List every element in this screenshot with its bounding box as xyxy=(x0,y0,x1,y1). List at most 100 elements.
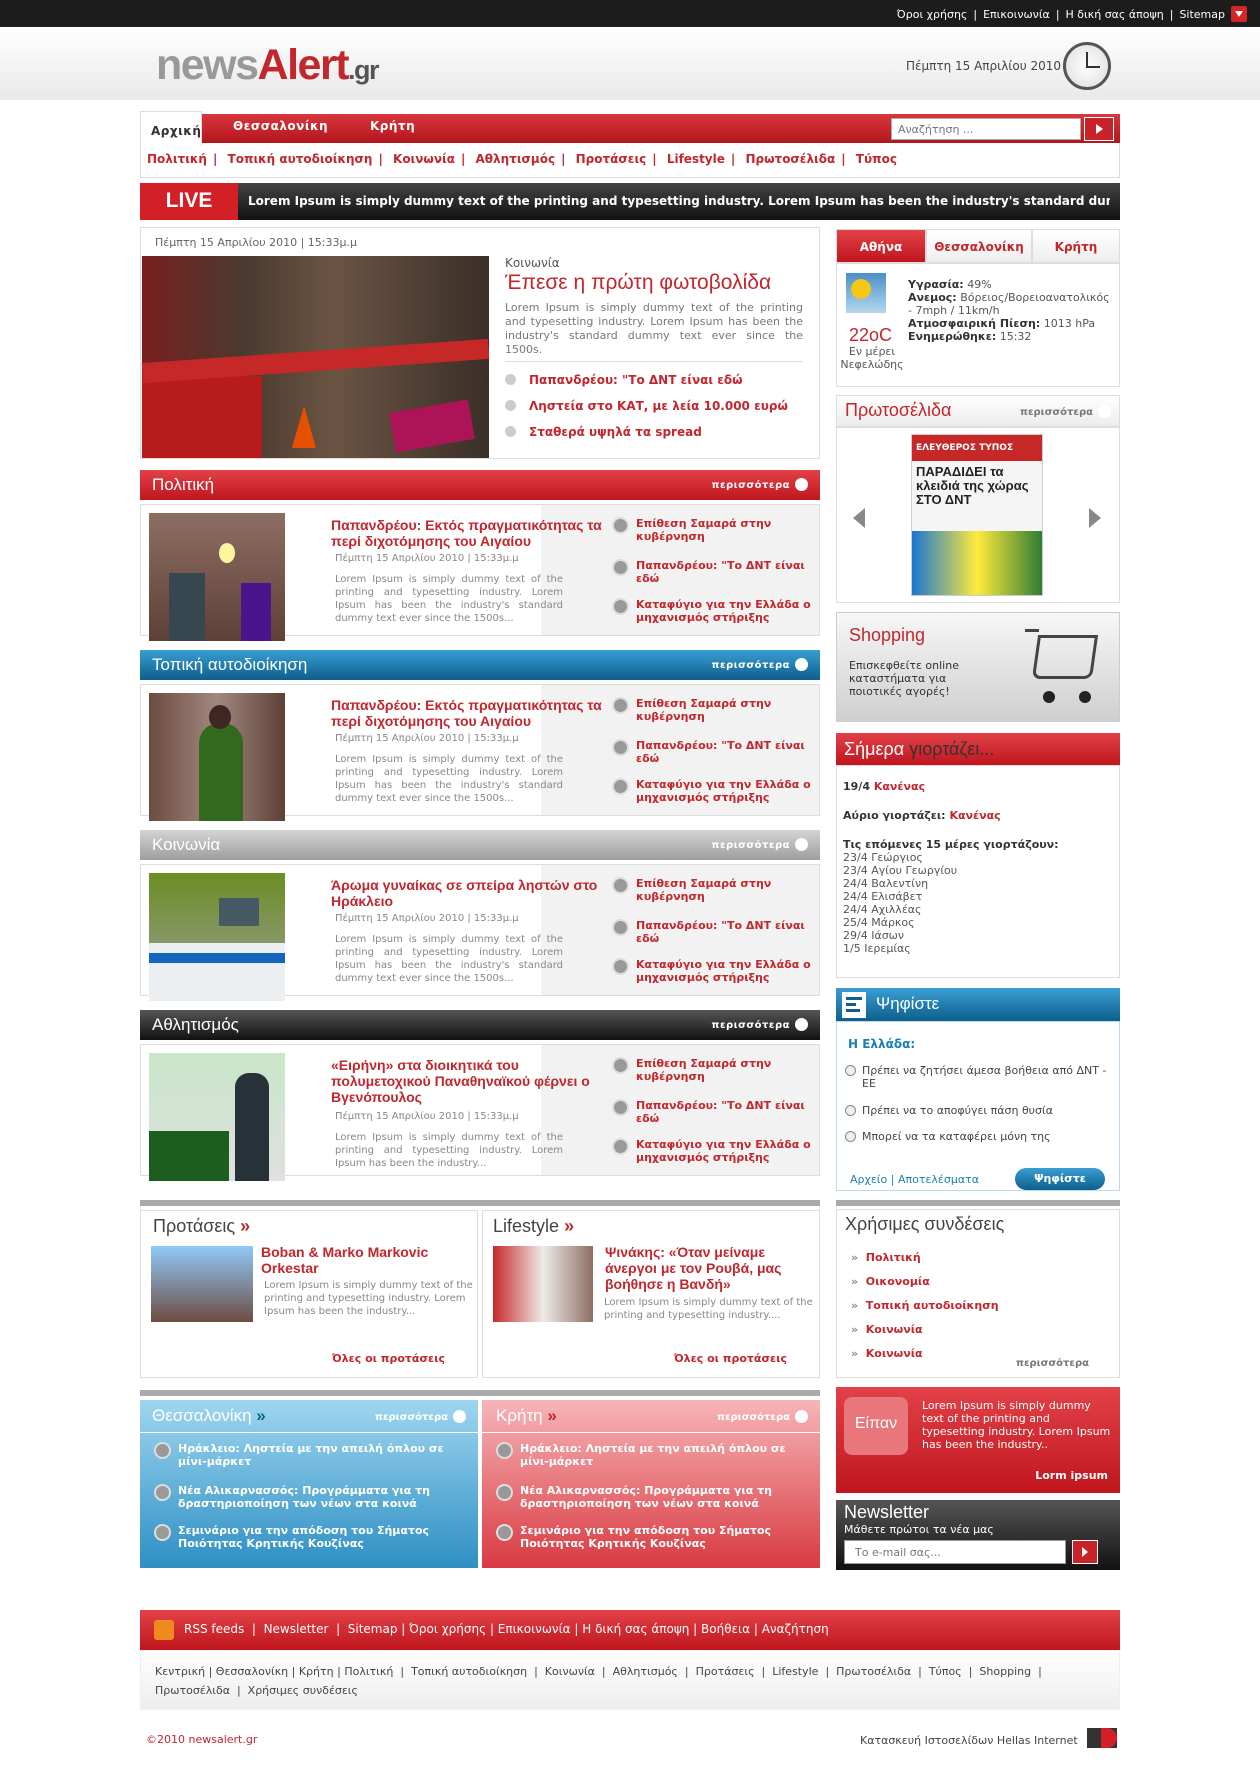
side-link[interactable]: Παπανδρέου: "Το ΔΝΤ είναι εδώ xyxy=(608,1099,818,1125)
footer-link[interactable]: Βοήθεια xyxy=(701,1622,750,1636)
footer-link[interactable]: Αθλητισμός xyxy=(613,1665,678,1678)
footer-link[interactable]: Πρωτοσέλιδα xyxy=(836,1665,911,1678)
regional-title[interactable]: Θεσσαλονίκη » xyxy=(152,1406,266,1426)
footer-link[interactable]: Χρήσιμες συνδέσεις xyxy=(248,1684,358,1697)
proposals-title[interactable]: Προτάσεις » xyxy=(153,1216,250,1237)
article-title[interactable]: Παπανδρέου: Εκτός πραγματικότητας τα περ… xyxy=(331,517,606,549)
subnav-lifestyle[interactable]: Lifestyle xyxy=(667,152,725,166)
subnav-society[interactable]: Κοινωνία xyxy=(393,152,455,166)
regional-item[interactable]: Ηράκλειο: Ληστεία με την απειλή όπλου σε… xyxy=(150,1442,470,1468)
rss-icon[interactable] xyxy=(154,1620,174,1640)
more-link[interactable]: περισσότερα xyxy=(717,1410,808,1423)
frontpage-thumbnail[interactable]: ΕΛΕΥΘΕΡΟΣ ΤΥΠΟΣ ΠΑΡΑΔΙΔΕΙ τα κλειδιά της… xyxy=(911,434,1043,596)
subnav-politics[interactable]: Πολιτική xyxy=(147,152,207,166)
article-thumbnail[interactable] xyxy=(149,873,285,1001)
footer-link[interactable]: Τύπος xyxy=(929,1665,962,1678)
poll-archive-link[interactable]: Αρχείο xyxy=(850,1173,887,1186)
credit-link[interactable]: Κατασκευή Ιστοσελίδων Hellas Internet xyxy=(860,1734,1078,1747)
download-icon[interactable] xyxy=(1231,6,1247,22)
lifestyle-title[interactable]: Lifestyle » xyxy=(493,1216,574,1237)
article-thumbnail[interactable] xyxy=(149,1053,285,1181)
side-link[interactable]: Παπανδρέου: "Το ΔΝΤ είναι εδώ xyxy=(608,919,818,945)
regional-item[interactable]: Ηράκλειο: Ληστεία με την απειλή όπλου σε… xyxy=(492,1442,812,1468)
top-link-terms[interactable]: Όροι χρήσης xyxy=(897,8,968,21)
more-link[interactable]: περισσότερα xyxy=(1016,1356,1107,1369)
side-link[interactable]: Επίθεση Σαμαρά στην κυβέρνηση xyxy=(608,697,818,723)
footer-link[interactable]: Προτάσεις xyxy=(696,1665,755,1678)
side-link[interactable]: Καταφύγιο για την Ελλάδα ο μηχανισμός στ… xyxy=(608,598,818,624)
lifestyle-thumbnail[interactable] xyxy=(493,1246,593,1322)
more-link[interactable]: περισσότερα xyxy=(712,838,808,851)
featured-title[interactable]: Έπεσε η πρώτη φωτοβολίδα xyxy=(505,271,771,295)
footer-link[interactable]: Sitemap xyxy=(348,1622,398,1636)
subnav-frontpages[interactable]: Πρωτοσέλιδα xyxy=(745,152,835,166)
tab-thessaloniki[interactable]: Θεσσαλονίκη xyxy=(233,119,328,133)
shopping-banner[interactable]: Shopping Επισκεφθείτε online καταστήματα… xyxy=(836,612,1120,722)
search-button[interactable] xyxy=(1084,117,1114,141)
side-link[interactable]: Επίθεση Σαμαρά στην κυβέρνηση xyxy=(608,517,818,543)
next-arrow-icon[interactable] xyxy=(1089,508,1101,528)
weather-tab-thessaloniki[interactable]: Θεσσαλονίκη xyxy=(926,229,1032,263)
side-link[interactable]: Καταφύγιο για την Ελλάδα ο μηχανισμός στ… xyxy=(608,958,818,984)
top-link-opinion[interactable]: Η δική σας άποψη xyxy=(1066,8,1164,21)
live-text[interactable]: Lorem Ipsum is simply dummy text of the … xyxy=(248,194,1110,208)
more-link[interactable]: περισσότερα xyxy=(375,1410,466,1423)
footer-link[interactable]: Όροι χρήσης xyxy=(409,1622,486,1636)
footer-link[interactable]: Newsletter xyxy=(264,1622,329,1636)
more-link[interactable]: περισσότερα xyxy=(712,658,808,671)
article-title[interactable]: «Ειρήνη» στα διοικητικά του πολυμετοχικο… xyxy=(331,1057,606,1105)
proposals-item-title[interactable]: Boban & Marko Markovic Orkestar xyxy=(261,1244,471,1276)
article-title[interactable]: Άρωμα γυναίκας σε σπείρα ληστών στο Ηράκ… xyxy=(331,877,606,909)
proposals-thumbnail[interactable] xyxy=(151,1246,253,1322)
featured-item[interactable]: Παπανδρέου: "Το ΔΝΤ είναι εδώ xyxy=(505,373,743,387)
nameday-today[interactable]: Κανένας xyxy=(874,780,925,793)
regional-item[interactable]: Νέα Αλικαρνασσός: Προγράμματα για τη δρα… xyxy=(492,1484,812,1510)
footer-link[interactable]: Θεσσαλονίκη xyxy=(216,1665,288,1678)
side-link[interactable]: Επίθεση Σαμαρά στην κυβέρνηση xyxy=(608,877,818,903)
more-link[interactable]: περισσότερα xyxy=(1020,405,1111,418)
search-input[interactable] xyxy=(891,118,1081,140)
featured-item[interactable]: Σταθερά υψηλά τα spread xyxy=(505,425,702,439)
footer-link[interactable]: Επικοινωνία xyxy=(498,1622,571,1636)
regional-title[interactable]: Κρήτη » xyxy=(496,1406,557,1426)
poll-option[interactable]: Πρέπει να το αποφύγει πάση θυσία xyxy=(845,1104,1113,1117)
footer-link[interactable]: Shopping xyxy=(979,1665,1031,1678)
quote-author[interactable]: Lorm ipsum xyxy=(1035,1469,1108,1482)
subnav-press[interactable]: Τύπος xyxy=(856,152,897,166)
newsletter-submit-button[interactable] xyxy=(1072,1540,1098,1564)
article-thumbnail[interactable] xyxy=(149,513,285,641)
more-link[interactable]: περισσότερα xyxy=(712,478,808,491)
footer-link[interactable]: Τοπική αυτοδιοίκηση xyxy=(411,1665,527,1678)
regional-item[interactable]: Νέα Αλικαρνασσός: Προγράμματα για τη δρα… xyxy=(150,1484,470,1510)
lifestyle-item-title[interactable]: Ψινάκης: «Όταν μείναμε άνεργοι με τον Ρο… xyxy=(605,1244,815,1292)
subnav-sports[interactable]: Αθλητισμός xyxy=(476,152,556,166)
vote-button[interactable]: Ψηφίστε xyxy=(1015,1168,1105,1190)
nameday-tomorrow[interactable]: Κανένας xyxy=(949,809,1000,822)
all-lifestyle-link[interactable]: Όλες οι προτάσεις xyxy=(674,1352,805,1365)
side-link[interactable]: Καταφύγιο για την Ελλάδα ο μηχανισμός στ… xyxy=(608,1138,818,1164)
footer-link[interactable]: Κοινωνία xyxy=(545,1665,595,1678)
useful-link[interactable]: » Πολιτική xyxy=(851,1246,1117,1270)
regional-item[interactable]: Σεμινάριο για την απόδοση του Σήματος Πο… xyxy=(150,1524,470,1550)
footer-link[interactable]: Η δική σας άποψη xyxy=(582,1622,689,1636)
weather-tab-crete[interactable]: Κρήτη xyxy=(1032,229,1120,263)
newsletter-email-input[interactable] xyxy=(844,1540,1066,1564)
poll-results-link[interactable]: Αποτελέσματα xyxy=(898,1173,979,1186)
side-link[interactable]: Παπανδρέου: "Το ΔΝΤ είναι εδώ xyxy=(608,559,818,585)
tab-crete[interactable]: Κρήτη xyxy=(370,119,415,133)
more-link[interactable]: περισσότερα xyxy=(712,1018,808,1031)
article-thumbnail[interactable] xyxy=(149,693,285,821)
footer-link[interactable]: Κεντρική xyxy=(155,1665,205,1678)
top-link-sitemap[interactable]: Sitemap xyxy=(1179,8,1225,21)
featured-item[interactable]: Ληστεία στο ΚΑΤ, με λεία 10.000 ευρώ xyxy=(505,399,788,413)
useful-link[interactable]: » Οικονομία xyxy=(851,1270,1117,1294)
weather-tab-athens[interactable]: Αθήνα xyxy=(836,229,926,263)
side-link[interactable]: Επίθεση Σαμαρά στην κυβέρνηση xyxy=(608,1057,818,1083)
regional-item[interactable]: Σεμινάριο για την απόδοση του Σήματος Πο… xyxy=(492,1524,812,1550)
useful-link[interactable]: » Κοινωνία xyxy=(851,1318,1117,1342)
footer-link[interactable]: Κρήτη xyxy=(299,1665,334,1678)
footer-link[interactable]: RSS feeds xyxy=(184,1622,244,1636)
poll-option[interactable]: Πρέπει να ζητήσει άμεσα βοήθεια από ΔΝΤ … xyxy=(845,1064,1113,1090)
tab-home[interactable]: Αρχική xyxy=(140,111,202,146)
top-link-contact[interactable]: Επικοινωνία xyxy=(983,8,1050,21)
